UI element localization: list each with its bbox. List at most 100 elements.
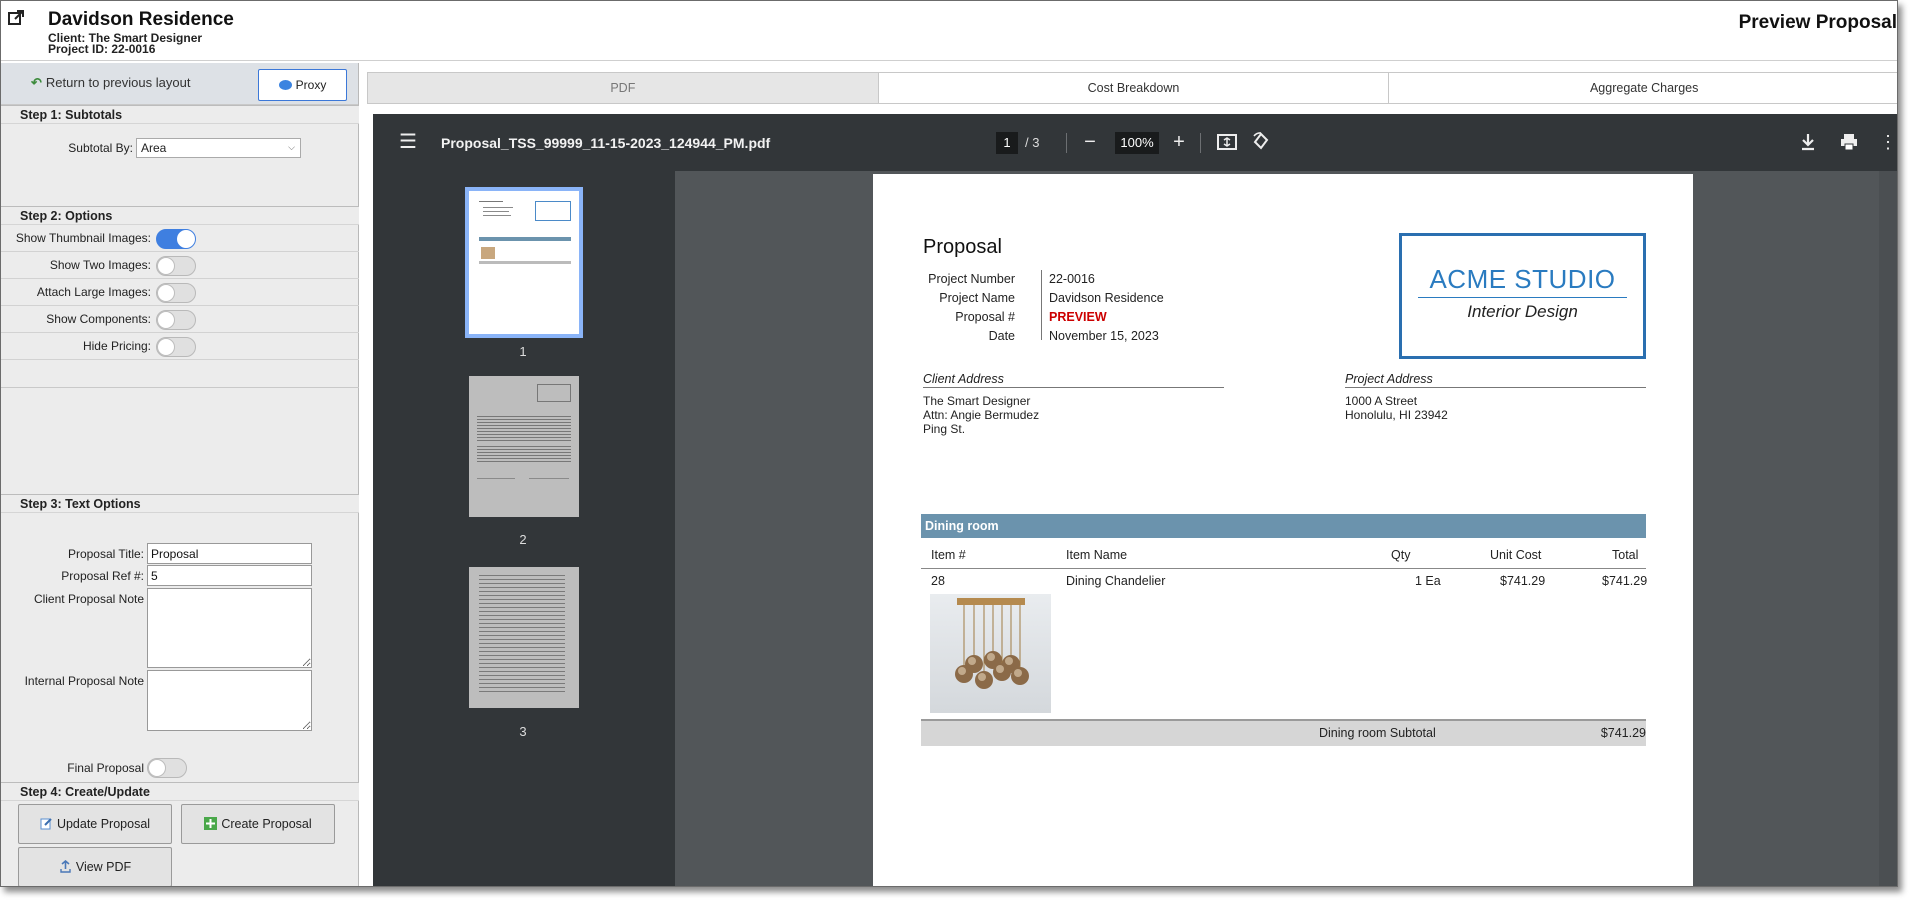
client-note-label: Client Proposal Note [33,592,144,606]
thumbnail-page-1[interactable] [465,187,583,338]
divider [1200,133,1201,153]
proposal-title-label: Proposal Title: [67,547,144,561]
toggle-knob [157,257,175,275]
external-link-icon[interactable] [7,9,25,27]
internal-note-textarea[interactable] [147,670,312,731]
divider [1,387,359,388]
update-proposal-button[interactable]: Update Proposal [18,804,172,844]
divider [921,568,1646,569]
panel-topbar: ↶ Return to previous layout Proxy [1,63,358,105]
view-pdf-button[interactable]: View PDF [18,847,172,886]
option-label: Show Two Images: [49,258,151,272]
company-logo: ACME STUDIO Interior Design [1399,233,1646,359]
item-name: Dining Chandelier [1066,574,1166,588]
proposal-ref-input[interactable] [147,565,312,586]
client-address-line: Attn: Angie Bermudez [923,408,1040,422]
pdf-page: Proposal Project Number 22-0016 Project … [873,174,1693,886]
column-header: Unit Cost [1490,548,1542,562]
final-proposal-toggle[interactable] [147,758,187,778]
option-row: Show Components: [1,306,359,333]
section-header: Dining room [921,514,1646,538]
return-link[interactable]: ↶ Return to previous layout [31,75,190,91]
tab-cost-breakdown[interactable]: Cost Breakdown [877,73,1389,103]
project-title: Davidson Residence [48,9,234,30]
column-header: Total [1612,548,1639,562]
proxy-button[interactable]: Proxy [258,69,347,101]
option-toggle[interactable] [156,310,196,330]
fit-page-icon[interactable] [1215,130,1239,154]
thumbnail-page-3[interactable] [469,567,579,708]
tab-aggregate-charges[interactable]: Aggregate Charges [1388,73,1897,103]
logo-rule [1418,297,1627,298]
project-address-line: 1000 A Street [1345,394,1418,408]
step3-heading: Step 3: Text Options [1,494,359,513]
thumb-line [479,261,571,264]
create-proposal-button[interactable]: Create Proposal [181,804,335,844]
proposal-number-value: PREVIEW [1049,310,1107,324]
step4-heading: Step 4: Create/Update [1,782,359,801]
edit-icon [40,818,52,830]
field-key: Project Number [928,272,1015,286]
thumbnail-number: 3 [519,724,527,739]
thumb-line [479,237,571,241]
divider [1041,270,1042,340]
thumb-text-block [477,416,571,442]
zoom-out-icon[interactable]: − [1077,129,1103,155]
project-id-line: Project ID: 22-0016 [48,42,156,56]
page-title: Preview Proposal [1738,12,1897,33]
proxy-label: Proxy [295,78,327,92]
client-address-line: Ping St. [923,422,966,436]
field-value: 22-0016 [1049,272,1095,286]
proposal-title-input[interactable] [147,543,312,564]
thumb-logo [535,201,571,221]
option-row: Attach Large Images: [1,279,359,306]
pdf-file-name: Proposal_TSS_99999_11-15-2023_124944_PM.… [441,135,771,151]
rotate-icon[interactable] [1249,130,1273,154]
subtotal-select[interactable]: Area ⌵ [136,138,301,158]
zoom-in-icon[interactable]: + [1166,129,1192,155]
thumbnail-sidebar: 1 2 3 [373,171,675,886]
chandelier-image [930,594,1051,713]
option-label: Hide Pricing: [82,339,151,353]
update-label: Update Proposal [56,817,151,831]
item-unit-cost: $741.29 [1500,574,1546,588]
option-toggle[interactable] [156,256,196,276]
toggle-knob [177,230,195,248]
thumb-line [479,201,503,202]
option-toggle[interactable] [156,229,196,249]
field-key: Proposal # [955,310,1015,324]
option-toggle[interactable] [156,337,196,357]
hamburger-menu-icon[interactable]: ☰ [399,132,417,152]
internal-note-label: Internal Proposal Note [24,674,144,688]
toggle-knob [157,311,175,329]
column-header: Item # [931,548,966,562]
thumb-line [483,211,509,212]
return-arrow-icon: ↶ [31,75,42,90]
thumb-logo [537,384,571,402]
print-icon[interactable] [1837,130,1861,154]
item-qty: 1 Ea [1415,574,1441,588]
step2-heading: Step 2: Options [1,206,359,225]
chevron-down-icon: ⌵ [288,142,295,152]
thumbnail-number: 1 [519,344,527,359]
thumb-image [481,247,495,259]
page-number-input[interactable]: 1 [996,132,1018,154]
thumbnail-page-2[interactable] [469,376,579,517]
tab-pdf[interactable]: PDF [367,73,878,103]
client-note-textarea[interactable] [147,588,312,668]
page-header: Davidson Residence Client: The Smart Des… [1,1,1897,61]
zoom-level-input[interactable]: 100% [1115,132,1159,154]
subtotal-row: Dining room Subtotal $741.29 [921,719,1646,746]
client-address-heading: Client Address [923,372,1224,388]
divider [1066,133,1067,153]
download-icon[interactable] [1796,130,1820,154]
toggle-knob [148,759,166,777]
subtotal-value: $741.29 [1600,726,1646,740]
option-toggle[interactable] [156,283,196,303]
item-number: 28 [931,574,945,588]
option-row: Show Thumbnail Images: [1,225,359,252]
scrollbar[interactable] [1879,171,1897,886]
more-vert-icon[interactable]: ⋮ [1875,129,1897,155]
toggle-knob [157,284,175,302]
project-address-line: Honolulu, HI 23942 [1345,408,1448,422]
